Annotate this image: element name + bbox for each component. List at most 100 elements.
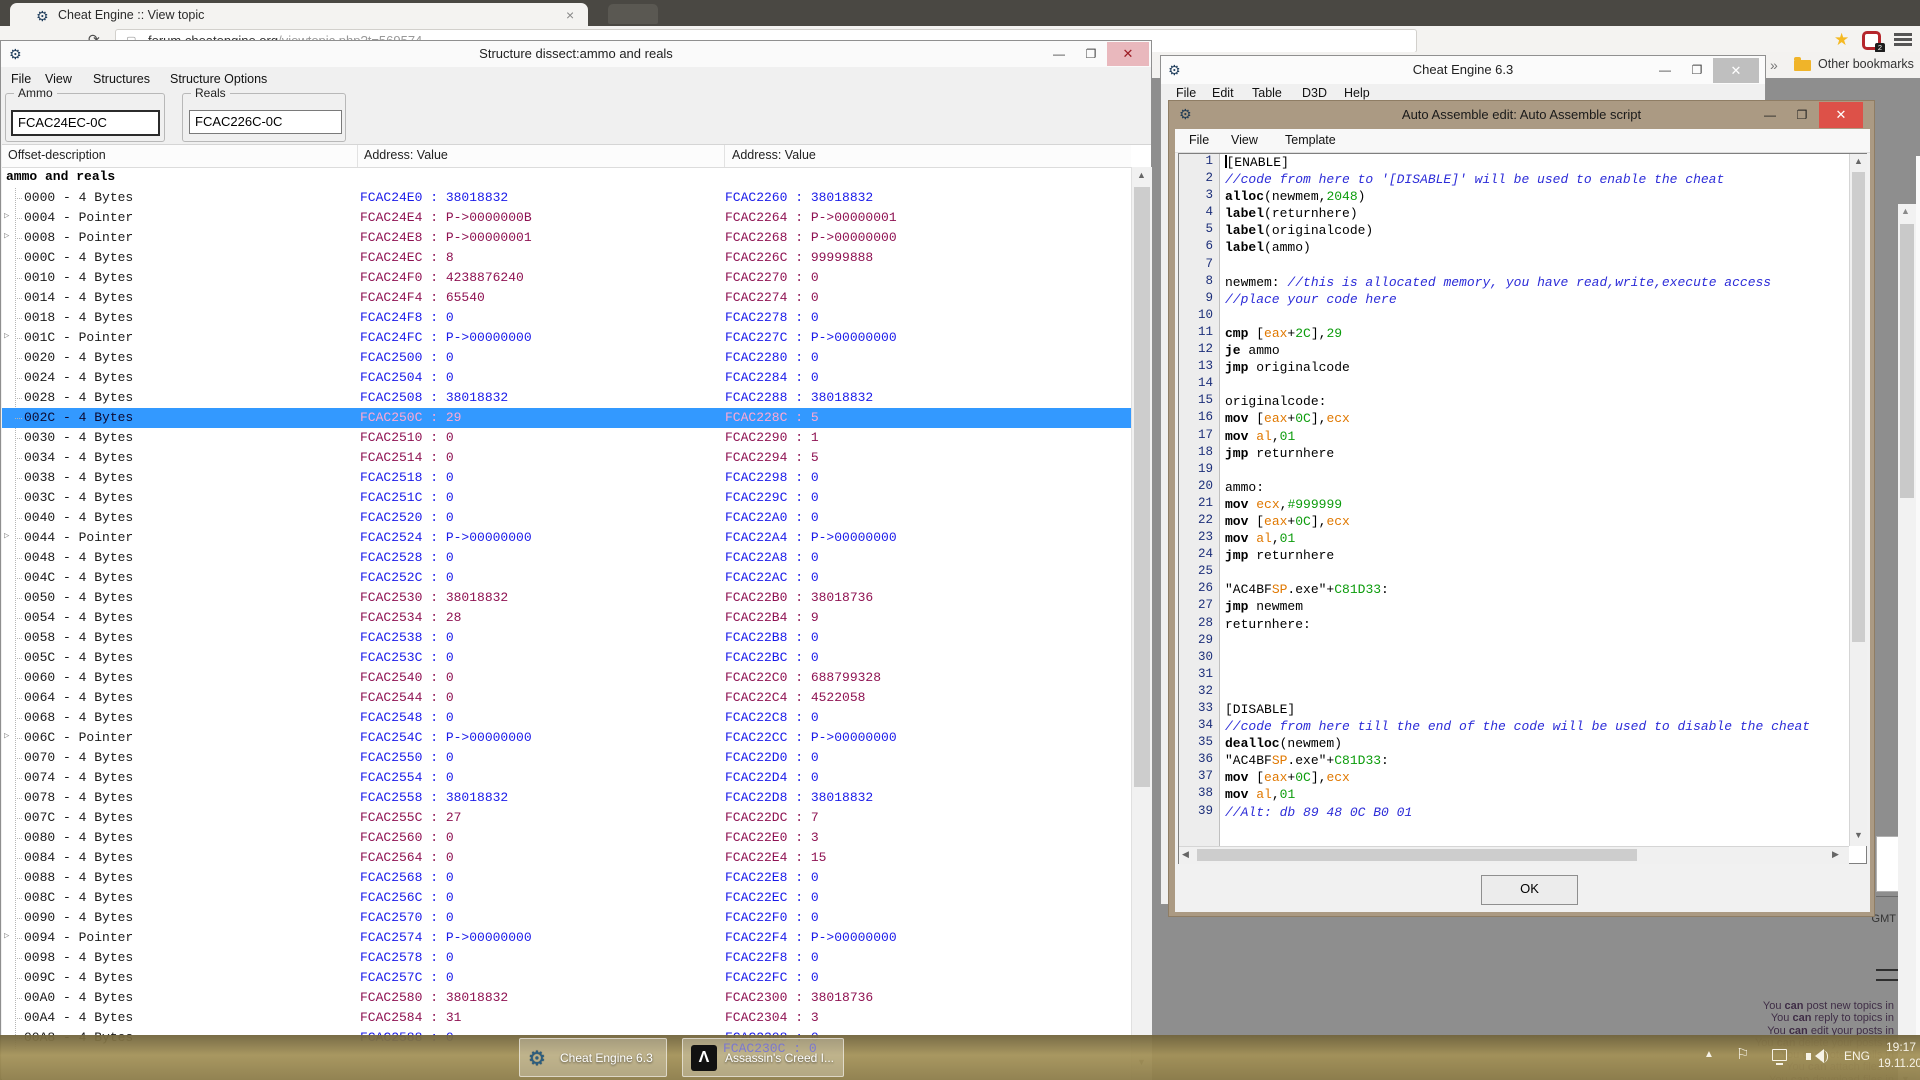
table-row[interactable]: 0060 - 4 BytesFCAC2540 : 0FCAC22C0 : 688… xyxy=(2,668,1131,688)
table-row[interactable]: 0014 - 4 BytesFCAC24F4 : 65540FCAC2274 :… xyxy=(2,288,1131,308)
table-row[interactable]: ▷0008 - PointerFCAC24E8 : P->00000001FCA… xyxy=(2,228,1131,248)
table-row[interactable]: 0030 - 4 BytesFCAC2510 : 0FCAC2290 : 1 xyxy=(2,428,1131,448)
menu-structure-options[interactable]: Structure Options xyxy=(170,72,267,86)
column-header-address-value-2[interactable]: Address: Value xyxy=(732,148,816,162)
close-button[interactable]: ✕ xyxy=(1819,102,1863,128)
menu-table[interactable]: Table xyxy=(1252,86,1282,100)
scrollbar-thumb[interactable] xyxy=(1197,849,1637,861)
expand-icon[interactable]: ▷ xyxy=(4,531,9,541)
table-row[interactable]: 0034 - 4 BytesFCAC2514 : 0FCAC2294 : 5 xyxy=(2,448,1131,468)
network-icon[interactable] xyxy=(1772,1049,1787,1061)
menu-file[interactable]: File xyxy=(1189,133,1209,147)
table-row[interactable]: 0038 - 4 BytesFCAC2518 : 0FCAC2298 : 0 xyxy=(2,468,1131,488)
scroll-down-icon[interactable]: ▼ xyxy=(1854,830,1863,840)
language-indicator[interactable]: ENG xyxy=(1844,1049,1870,1063)
column-header-address-value-1[interactable]: Address: Value xyxy=(364,148,448,162)
table-row[interactable]: 0090 - 4 BytesFCAC2570 : 0FCAC22F0 : 0 xyxy=(2,908,1131,928)
minimize-button[interactable]: — xyxy=(1754,103,1786,127)
minimize-button[interactable]: — xyxy=(1043,42,1075,66)
volume-icon[interactable] xyxy=(1806,1048,1828,1064)
table-row[interactable]: 0058 - 4 BytesFCAC2538 : 0FCAC22B8 : 0 xyxy=(2,628,1131,648)
minimize-button[interactable]: — xyxy=(1649,58,1681,82)
menu-file[interactable]: File xyxy=(1176,86,1196,100)
table-row[interactable]: ▷001C - PointerFCAC24FC : P->00000000FCA… xyxy=(2,328,1131,348)
menu-d3d[interactable]: D3D xyxy=(1302,86,1327,100)
browser-menu-icon[interactable] xyxy=(1894,33,1912,46)
column-header-offset[interactable]: Offset-description xyxy=(8,148,106,162)
table-row[interactable]: 0000 - 4 BytesFCAC24E0 : 38018832FCAC226… xyxy=(2,188,1131,208)
browser-tab[interactable]: ⚙ Cheat Engine :: View topic × xyxy=(10,3,588,26)
reals-address-input[interactable]: FCAC226C-0C xyxy=(189,110,342,134)
expand-icon[interactable]: ▷ xyxy=(4,231,9,241)
table-row[interactable]: ▷0004 - PointerFCAC24E4 : P->0000000BFCA… xyxy=(2,208,1131,228)
table-row[interactable]: 0048 - 4 BytesFCAC2528 : 0FCAC22A8 : 0 xyxy=(2,548,1131,568)
bookmarks-overflow-chevron[interactable]: » xyxy=(1770,57,1778,73)
tab-close-icon[interactable]: × xyxy=(566,7,574,23)
table-row[interactable]: 0070 - 4 BytesFCAC2550 : 0FCAC22D0 : 0 xyxy=(2,748,1131,768)
scroll-left-icon[interactable]: ◀ xyxy=(1182,849,1189,860)
maximize-button[interactable]: ❐ xyxy=(1786,103,1818,127)
table-row[interactable]: 0078 - 4 BytesFCAC2558 : 38018832FCAC22D… xyxy=(2,788,1131,808)
table-row[interactable]: 0028 - 4 BytesFCAC2508 : 38018832FCAC228… xyxy=(2,388,1131,408)
table-row[interactable]: 0050 - 4 BytesFCAC2530 : 38018832FCAC22B… xyxy=(2,588,1131,608)
table-row[interactable]: 00A0 - 4 BytesFCAC2580 : 38018832FCAC230… xyxy=(2,988,1131,1008)
extension-icon[interactable]: 2 xyxy=(1862,31,1881,50)
scrollbar-thumb[interactable] xyxy=(1134,187,1150,787)
scroll-up-icon[interactable]: ▲ xyxy=(1901,206,1910,216)
table-row[interactable]: 0068 - 4 BytesFCAC2548 : 0FCAC22C8 : 0 xyxy=(2,708,1131,728)
close-button[interactable]: ✕ xyxy=(1713,58,1759,83)
table-row[interactable]: ▷006C - PointerFCAC254C : P->00000000FCA… xyxy=(2,728,1131,748)
table-row[interactable]: 008C - 4 BytesFCAC256C : 0FCAC22EC : 0 xyxy=(2,888,1131,908)
menu-view[interactable]: View xyxy=(1231,133,1258,147)
menu-structures[interactable]: Structures xyxy=(93,72,150,86)
table-row[interactable]: 005C - 4 BytesFCAC253C : 0FCAC22BC : 0 xyxy=(2,648,1131,668)
editor-vertical-scrollbar[interactable]: ▲ ▼ xyxy=(1849,154,1867,846)
column-divider[interactable] xyxy=(357,145,358,167)
table-row[interactable]: 003C - 4 BytesFCAC251C : 0FCAC229C : 0 xyxy=(2,488,1131,508)
menu-help[interactable]: Help xyxy=(1344,86,1370,100)
expand-icon[interactable]: ▷ xyxy=(4,731,9,741)
browser-vertical-scrollbar[interactable]: ▲ ▼ xyxy=(1898,204,1916,1080)
table-row[interactable]: 0054 - 4 BytesFCAC2534 : 28FCAC22B4 : 9 xyxy=(2,608,1131,628)
taskbar-button-assassins-creed[interactable]: Λ Assassin's Creed I... xyxy=(682,1038,844,1077)
scrollbar-thumb[interactable] xyxy=(1852,172,1865,642)
table-row[interactable]: 007C - 4 BytesFCAC255C : 27FCAC22DC : 7 xyxy=(2,808,1131,828)
table-row[interactable]: 0080 - 4 BytesFCAC2560 : 0FCAC22E0 : 3 xyxy=(2,828,1131,848)
other-bookmarks-button[interactable]: Other bookmarks xyxy=(1818,57,1914,71)
taskbar-button-cheat-engine[interactable]: ⚙ Cheat Engine 6.3 xyxy=(519,1038,667,1077)
table-row[interactable]: 0098 - 4 BytesFCAC2578 : 0FCAC22F8 : 0 xyxy=(2,948,1131,968)
structure-vertical-scrollbar[interactable]: ▲ ▼ xyxy=(1131,167,1152,1080)
script-editor[interactable]: 1234567891011121314151617181920212223242… xyxy=(1178,153,1867,864)
menu-edit[interactable]: Edit xyxy=(1212,86,1234,100)
table-row[interactable]: 0040 - 4 BytesFCAC2520 : 0FCAC22A0 : 0 xyxy=(2,508,1131,528)
scrollbar-thumb[interactable] xyxy=(1900,224,1914,498)
action-center-flag-icon[interactable]: ⚐ xyxy=(1736,1045,1749,1063)
scroll-up-icon[interactable]: ▲ xyxy=(1137,170,1146,180)
expand-icon[interactable]: ▷ xyxy=(4,331,9,341)
tray-overflow-icon[interactable]: ▲ xyxy=(1704,1049,1714,1060)
scroll-up-icon[interactable]: ▲ xyxy=(1854,156,1863,166)
table-row[interactable]: ▷0044 - PointerFCAC2524 : P->00000000FCA… xyxy=(2,528,1131,548)
ok-button[interactable]: OK xyxy=(1481,875,1578,905)
table-row[interactable]: 002C - 4 BytesFCAC250C : 29FCAC228C : 5 xyxy=(2,408,1131,428)
ammo-address-input[interactable]: FCAC24EC-0C xyxy=(11,110,160,136)
table-row[interactable]: 00A4 - 4 BytesFCAC2584 : 31FCAC2304 : 3 xyxy=(2,1008,1131,1028)
maximize-button[interactable]: ❐ xyxy=(1075,42,1107,66)
bookmark-star-icon[interactable]: ★ xyxy=(1834,30,1849,50)
table-row[interactable]: 0084 - 4 BytesFCAC2564 : 0FCAC22E4 : 15 xyxy=(2,848,1131,868)
table-row[interactable]: ▷0094 - PointerFCAC2574 : P->00000000FCA… xyxy=(2,928,1131,948)
scroll-right-icon[interactable]: ▶ xyxy=(1832,849,1839,860)
menu-file[interactable]: File xyxy=(11,72,31,86)
new-tab-button[interactable] xyxy=(608,4,658,24)
expand-icon[interactable]: ▷ xyxy=(4,211,9,221)
structure-root-label[interactable]: ammo and reals xyxy=(6,169,115,184)
menu-template[interactable]: Template xyxy=(1285,133,1336,147)
table-row[interactable]: 0074 - 4 BytesFCAC2554 : 0FCAC22D4 : 0 xyxy=(2,768,1131,788)
menu-view[interactable]: View xyxy=(45,72,72,86)
expand-icon[interactable]: ▷ xyxy=(4,931,9,941)
table-row[interactable]: 0088 - 4 BytesFCAC2568 : 0FCAC22E8 : 0 xyxy=(2,868,1131,888)
editor-horizontal-scrollbar[interactable]: ◀ ▶ xyxy=(1179,846,1849,864)
close-button[interactable]: ✕ xyxy=(1107,42,1149,66)
table-row[interactable]: 000C - 4 BytesFCAC24EC : 8FCAC226C : 999… xyxy=(2,248,1131,268)
table-row[interactable]: 0010 - 4 BytesFCAC24F0 : 4238876240FCAC2… xyxy=(2,268,1131,288)
